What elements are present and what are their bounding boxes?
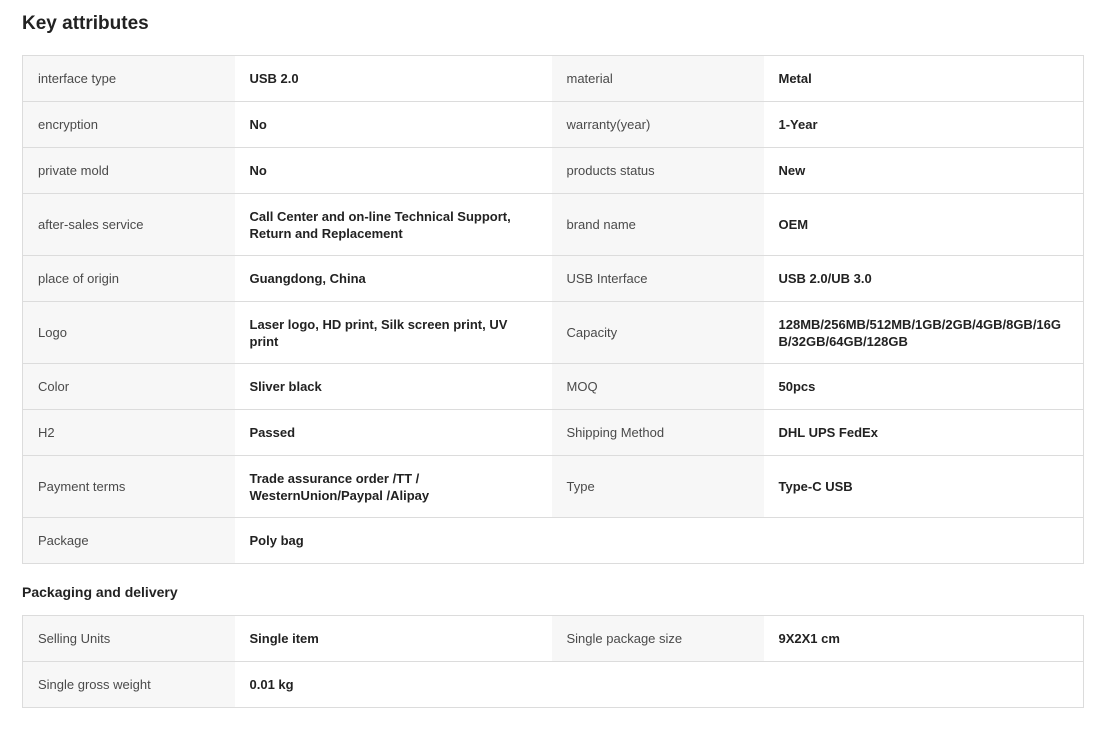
attr-value: No [234, 147, 552, 194]
attr-value: Sliver black [234, 363, 552, 410]
attr-key: brand name [551, 193, 764, 256]
attr-key: Capacity [551, 301, 764, 364]
attr-value: OEM [763, 193, 1084, 256]
attr-value: DHL UPS FedEx [763, 409, 1084, 456]
attr-key: warranty(year) [551, 101, 764, 148]
attr-key: USB Interface [551, 255, 764, 302]
table-row: encryption No warranty(year) 1-Year [22, 101, 1084, 148]
attr-key: interface type [22, 55, 235, 102]
packaging-title: Packaging and delivery [22, 584, 178, 600]
attr-value: 1-Year [763, 101, 1084, 148]
table-row: Single gross weight 0.01 kg [22, 661, 1084, 708]
scrollbar[interactable] [1098, 0, 1108, 732]
attr-value: Trade assurance order /TT / WesternUnion… [234, 455, 552, 518]
attr-key: Selling Units [22, 615, 235, 662]
empty-cell [551, 661, 764, 708]
attr-key: MOQ [551, 363, 764, 410]
table-row: H2 Passed Shipping Method DHL UPS FedEx [22, 409, 1084, 456]
attr-key: Type [551, 455, 764, 518]
table-row: Color Sliver black MOQ 50pcs [22, 363, 1084, 410]
attr-value: Laser logo, HD print, Silk screen print,… [234, 301, 552, 364]
table-row: Logo Laser logo, HD print, Silk screen p… [22, 301, 1084, 364]
attr-key: material [551, 55, 764, 102]
table-row: place of origin Guangdong, China USB Int… [22, 255, 1084, 302]
attr-key: H2 [22, 409, 235, 456]
attr-key: Single gross weight [22, 661, 235, 708]
attr-key: Payment terms [22, 455, 235, 518]
empty-cell [551, 517, 764, 564]
empty-cell [763, 661, 1084, 708]
attr-value: Call Center and on-line Technical Suppor… [234, 193, 552, 256]
attr-value: 0.01 kg [234, 661, 552, 708]
attr-key: Package [22, 517, 235, 564]
attr-value: 9X2X1 cm [763, 615, 1084, 662]
attr-value: 50pcs [763, 363, 1084, 410]
attr-value: Guangdong, China [234, 255, 552, 302]
attr-value: Passed [234, 409, 552, 456]
attr-key: Single package size [551, 615, 764, 662]
attr-key: Color [22, 363, 235, 410]
table-row: private mold No products status New [22, 147, 1084, 194]
attr-value: Single item [234, 615, 552, 662]
key-attributes-table: interface type USB 2.0 material Metal en… [22, 55, 1084, 564]
empty-cell [763, 517, 1084, 564]
packaging-table: Selling Units Single item Single package… [22, 615, 1084, 708]
key-attributes-title: Key attributes [22, 13, 149, 34]
attr-key: private mold [22, 147, 235, 194]
attr-value: No [234, 101, 552, 148]
attr-key: Logo [22, 301, 235, 364]
table-row: after-sales service Call Center and on-l… [22, 193, 1084, 256]
attr-value: Metal [763, 55, 1084, 102]
attr-value: USB 2.0 [234, 55, 552, 102]
attr-value: Poly bag [234, 517, 552, 564]
attr-value: USB 2.0/UB 3.0 [763, 255, 1084, 302]
attr-value: New [763, 147, 1084, 194]
attr-key: place of origin [22, 255, 235, 302]
attr-value: Type-C USB [763, 455, 1084, 518]
table-row: interface type USB 2.0 material Metal [22, 55, 1084, 102]
table-row: Selling Units Single item Single package… [22, 615, 1084, 662]
attr-key: products status [551, 147, 764, 194]
table-row: Payment terms Trade assurance order /TT … [22, 455, 1084, 518]
attr-key: Shipping Method [551, 409, 764, 456]
product-attributes-panel: Key attributes interface type USB 2.0 ma… [0, 0, 1108, 732]
attr-key: after-sales service [22, 193, 235, 256]
attr-key: encryption [22, 101, 235, 148]
attr-value: 128MB/256MB/512MB/1GB/2GB/4GB/8GB/16GB/3… [763, 301, 1084, 364]
table-row: Package Poly bag [22, 517, 1084, 564]
